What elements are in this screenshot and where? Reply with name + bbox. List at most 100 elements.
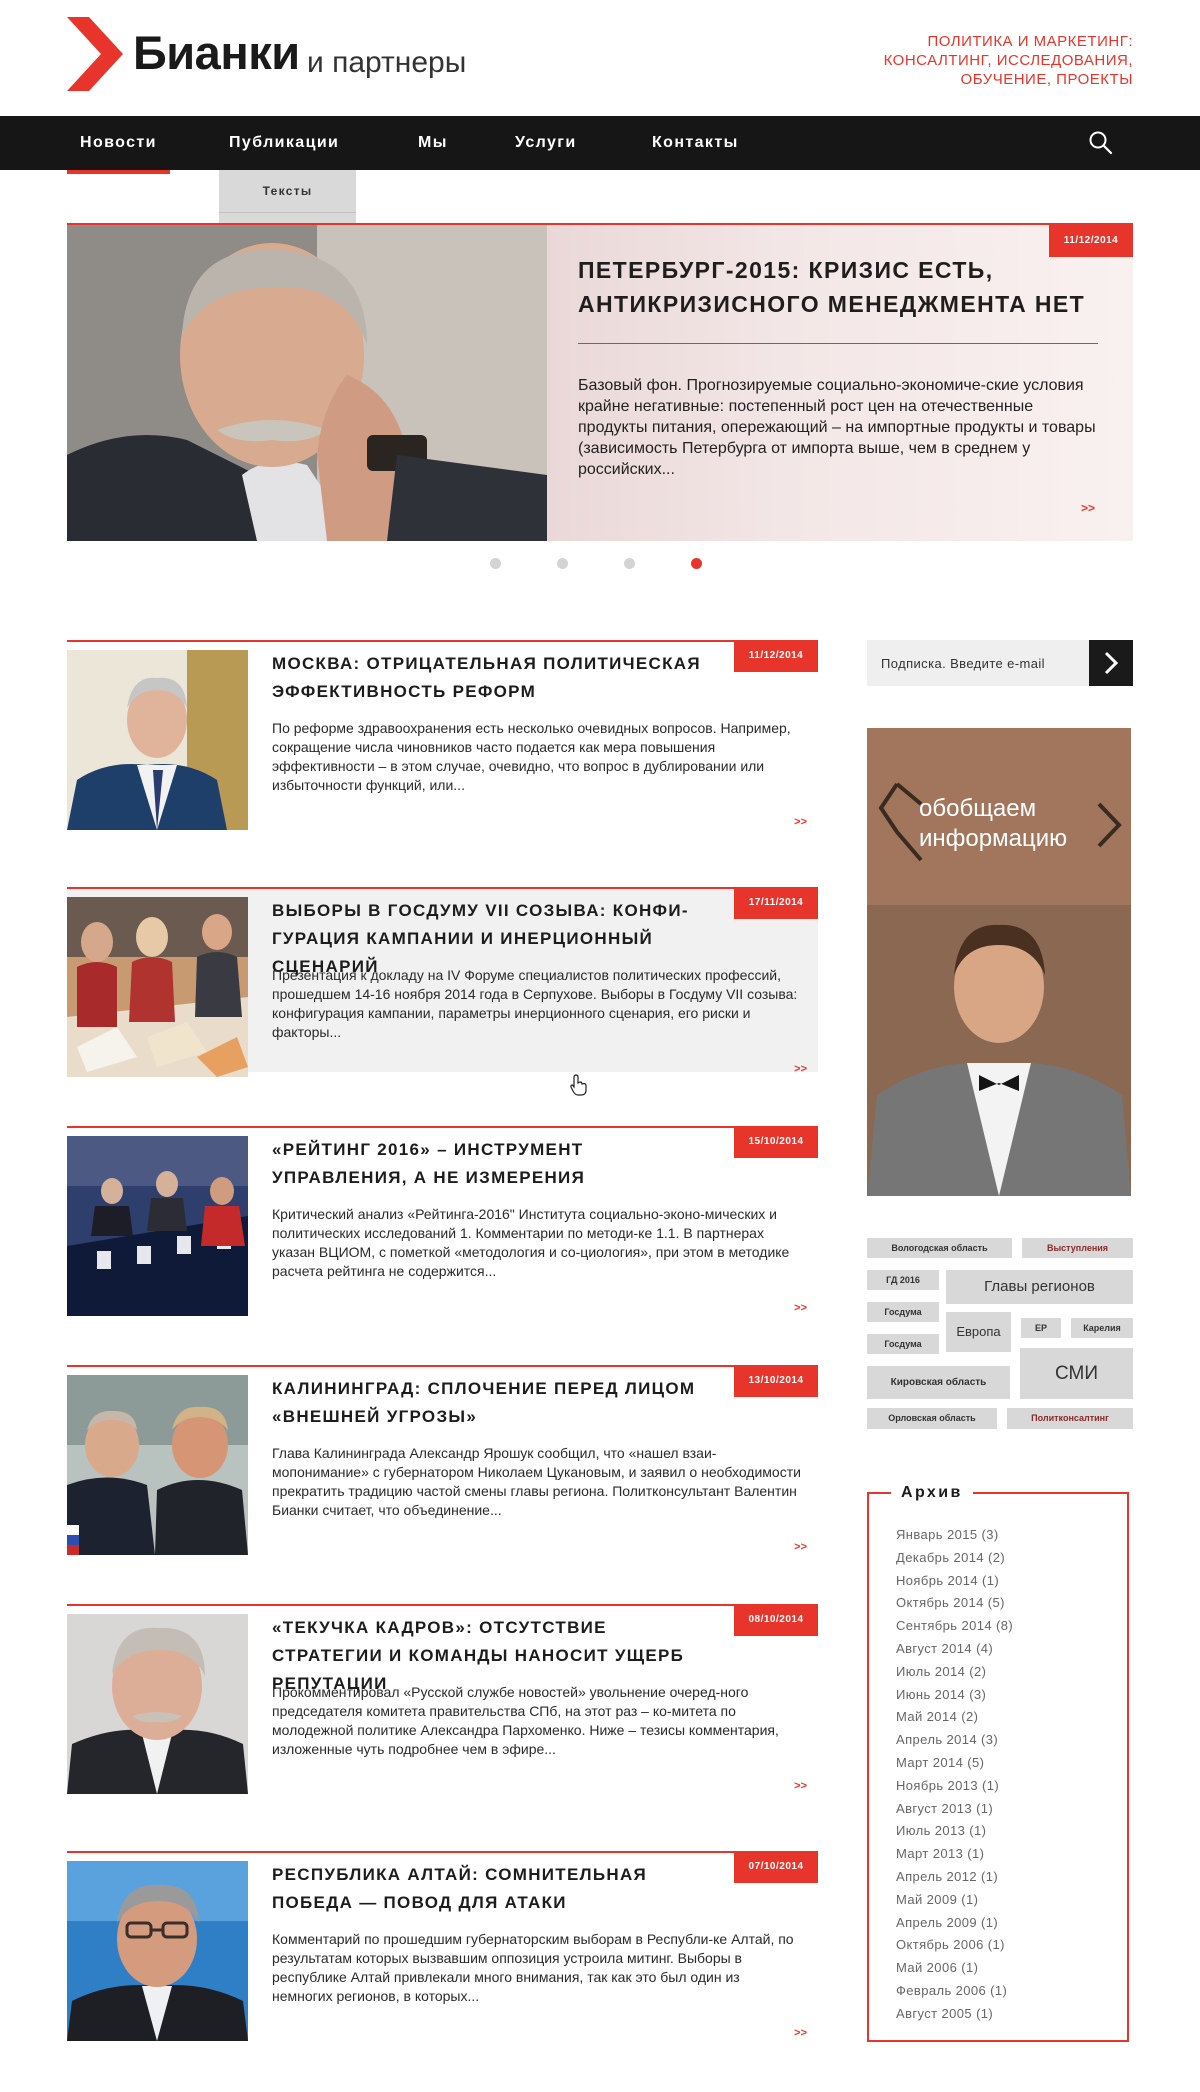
article-excerpt: Глава Калининграда Александр Ярошук сооб… (272, 1445, 801, 1518)
logo[interactable]: Бианки и партнеры (67, 17, 497, 93)
hero-divider (578, 343, 1098, 344)
main-nav: Новости Публикации Мы Услуги Контакты (0, 116, 1200, 174)
tag-item[interactable]: Кировская область (867, 1366, 1010, 1399)
article-card: 15/10/2014 «Рейтинг 2016» – инструмент у… (67, 1126, 818, 1316)
hero-title[interactable]: Петербург-2015: кризис есть, антикризисн… (578, 253, 1098, 321)
slider-dot-1[interactable] (490, 558, 501, 569)
archive-item[interactable]: Май 2006 (1) (896, 1957, 1116, 1980)
article-card: 11/12/2014 Москва: отрицательная политич… (67, 640, 818, 830)
article-excerpt: Презентация к докладу на IV Форуме специ… (272, 967, 798, 1040)
article-title[interactable]: Калининград: сплочение перед лицом «внеш… (272, 1375, 717, 1431)
chevron-right-icon (1104, 651, 1119, 675)
tag-item[interactable]: ЕР (1021, 1318, 1061, 1338)
tag-item[interactable]: Карелия (1071, 1318, 1133, 1338)
article-card: 08/10/2014 «Текучка кадров»: отсутствие … (67, 1604, 818, 1794)
archive-item[interactable]: Февраль 2006 (1) (896, 1980, 1116, 2003)
archive-item[interactable]: Июнь 2014 (3) (896, 1684, 1116, 1707)
tag-item[interactable]: Политконсалтинг (1007, 1408, 1133, 1429)
article-thumbnail[interactable] (67, 1375, 248, 1555)
article-date-badge: 13/10/2014 (734, 1365, 818, 1397)
archive-item[interactable]: Июль 2013 (1) (896, 1820, 1116, 1843)
article-thumbnail[interactable] (67, 1136, 248, 1316)
subscribe-form (867, 640, 1133, 686)
archive-item[interactable]: Апрель 2014 (3) (896, 1729, 1116, 1752)
article-title[interactable]: «Рейтинг 2016» – инструмент управления, … (272, 1136, 717, 1192)
slider-dot-2[interactable] (557, 558, 568, 569)
archive-item[interactable]: Май 2009 (1) (896, 1889, 1116, 1912)
article-title[interactable]: Республика Алтай: сомнительная победа — … (272, 1861, 717, 1917)
article-excerpt: Прокомментировал «Русской службе новосте… (272, 1684, 779, 1757)
article-excerpt: Комментарий по прошедшим губернаторским … (272, 1931, 794, 2004)
nav-item-contacts[interactable]: Контакты (652, 116, 739, 170)
article-thumbnail[interactable] (67, 897, 248, 1077)
tag-item[interactable]: Госдума (867, 1302, 939, 1322)
archive-item[interactable]: Ноябрь 2014 (1) (896, 1570, 1116, 1593)
tag-item[interactable]: Вологодская область (867, 1238, 1012, 1258)
article-date-badge: 11/12/2014 (734, 640, 818, 672)
article-card: 17/11/2014 Выборы в Госдуму VII созыва: … (67, 887, 818, 1077)
hero-photo[interactable] (67, 225, 547, 541)
search-icon[interactable] (1088, 130, 1114, 156)
archive-item[interactable]: Апрель 2009 (1) (896, 1912, 1116, 1935)
tag-item[interactable]: Госдума (867, 1334, 939, 1354)
article-thumbnail[interactable] (67, 1614, 248, 1794)
slider-dot-3[interactable] (624, 558, 635, 569)
article-read-more-link[interactable]: >> (794, 816, 807, 828)
promo-banner[interactable]: обобщаем информацию (867, 728, 1131, 1196)
archive-item[interactable]: Июль 2014 (2) (896, 1661, 1116, 1684)
archive-title: Архив (891, 1482, 973, 1504)
nav-item-news[interactable]: Новости (67, 116, 170, 174)
archive-item[interactable]: Март 2014 (5) (896, 1752, 1116, 1775)
archive-item[interactable]: Март 2013 (1) (896, 1843, 1116, 1866)
archive-list: Январь 2015 (3) Декабрь 2014 (2) Ноябрь … (896, 1524, 1116, 2026)
article-title[interactable]: Москва: отрицательная политическая эффек… (272, 650, 717, 706)
nav-item-publications[interactable]: Публикации (229, 116, 339, 170)
article-excerpt: Критический анализ «Рейтинга-2016" Инсти… (272, 1206, 790, 1279)
article-thumbnail[interactable] (67, 1861, 248, 2041)
archive-item[interactable]: Сентябрь 2014 (8) (896, 1615, 1116, 1638)
dropdown-item-texts[interactable]: Тексты (219, 170, 356, 213)
archive-item[interactable]: Август 2014 (4) (896, 1638, 1116, 1661)
subscribe-email-input[interactable] (867, 640, 1089, 686)
archive-item[interactable]: Декабрь 2014 (2) (896, 1547, 1116, 1570)
archive-item[interactable]: Апрель 2012 (1) (896, 1866, 1116, 1889)
article-card: 13/10/2014 Калининград: сплочение перед … (67, 1365, 818, 1555)
banner-photo (867, 905, 1131, 1196)
article-read-more-link[interactable]: >> (794, 1063, 807, 1075)
archive-item[interactable]: Май 2014 (2) (896, 1706, 1116, 1729)
site-header: Бианки и партнеры Политика и маркетинг: … (0, 0, 1200, 116)
tag-item[interactable]: СМИ (1020, 1348, 1133, 1399)
archive-item[interactable]: Январь 2015 (3) (896, 1524, 1116, 1547)
article-date-badge: 07/10/2014 (734, 1851, 818, 1883)
article-date-badge: 17/11/2014 (734, 887, 818, 919)
archive-box: Архив Январь 2015 (3) Декабрь 2014 (2) Н… (867, 1482, 1129, 2042)
archive-item[interactable]: Октябрь 2014 (5) (896, 1592, 1116, 1615)
tag-cloud: Вологодская область Выступления ГД 2016 … (867, 1238, 1133, 1433)
tagline: Политика и маркетинг: консалтинг, исслед… (883, 33, 1133, 88)
article-date-badge: 15/10/2014 (734, 1126, 818, 1158)
tag-item[interactable]: ГД 2016 (867, 1270, 939, 1290)
archive-item[interactable]: Октябрь 2006 (1) (896, 1934, 1116, 1957)
hero-panel: 11/12/2014 Петербург-2015: кризис есть, … (547, 225, 1133, 541)
article-read-more-link[interactable]: >> (794, 1780, 807, 1792)
archive-item[interactable]: Август 2013 (1) (896, 1798, 1116, 1821)
hero-slider: 11/12/2014 Петербург-2015: кризис есть, … (67, 223, 1133, 541)
tag-item[interactable]: Европа (946, 1312, 1011, 1352)
nav-item-services[interactable]: Услуги (515, 116, 577, 170)
hero-read-more-link[interactable]: >> (1081, 501, 1095, 515)
article-date-badge: 08/10/2014 (734, 1604, 818, 1636)
tag-item[interactable]: Выступления (1022, 1238, 1133, 1258)
article-read-more-link[interactable]: >> (794, 2027, 807, 2039)
archive-item[interactable]: Август 2005 (1) (896, 2003, 1116, 2026)
logo-chevron-icon (67, 17, 123, 91)
article-read-more-link[interactable]: >> (794, 1541, 807, 1553)
archive-item[interactable]: Ноябрь 2013 (1) (896, 1775, 1116, 1798)
logo-suffix: и партнеры (307, 46, 467, 79)
slider-dot-4[interactable] (691, 558, 702, 569)
subscribe-submit-button[interactable] (1089, 640, 1133, 686)
tag-item[interactable]: Орловская область (867, 1408, 997, 1429)
nav-item-about[interactable]: Мы (418, 116, 448, 170)
article-thumbnail[interactable] (67, 650, 248, 830)
tag-item[interactable]: Главы регионов (946, 1270, 1133, 1304)
article-read-more-link[interactable]: >> (794, 1302, 807, 1314)
